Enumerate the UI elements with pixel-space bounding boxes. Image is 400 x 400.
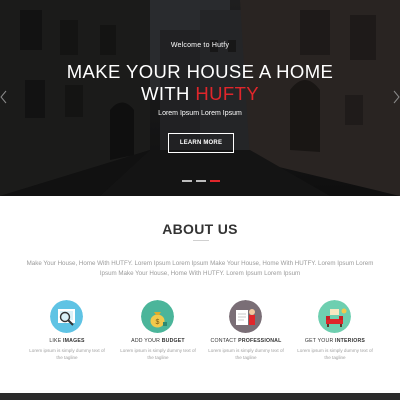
feature-description: Lorem ipsum is simply dummy text of the … [208,348,284,360]
chevron-right-icon[interactable] [392,89,400,105]
feature-title: LIKE IMAGES [49,338,85,344]
learn-more-button[interactable]: LEARN MORE [168,133,234,153]
hero-subtitle: Lorem Ipsum Lorem Ipsum [158,110,242,117]
slider-dot-3[interactable] [210,180,220,182]
feature-title: GET YOUR INTERIORS [304,338,366,344]
about-text: Make Your House, Home With HUTFY. Lorem … [26,260,374,277]
slider-pagination [182,180,222,183]
feature-description: Lorem ipsum is simply dummy text of the … [29,348,105,360]
feature-title: CONTACT PROFESSIONAL [210,338,282,344]
hero-title-line1: MAKE YOUR HOUSE A HOME [66,61,334,82]
hero-slider: Welcome to Hutfy MAKE YOUR HOUSE A HOME … [0,0,400,196]
footer-bar [0,393,400,400]
slider-dot-2[interactable] [196,180,206,182]
magnifier-images-icon [50,300,83,333]
features-row: LIKE IMAGES Lorem ipsum is simply dummy … [0,300,400,370]
slider-dot-1[interactable] [182,180,192,182]
hero-title-line2-prefix: WITH [140,83,196,104]
hero-welcome-text: Welcome to Hutfy [170,42,230,49]
interiors-room-icon [318,300,351,333]
svg-text:$: $ [156,319,160,326]
money-bag-icon: $ [141,300,174,333]
feature-description: Lorem ipsum is simply dummy text of the … [120,348,196,360]
about-divider [193,240,209,241]
chevron-left-icon[interactable] [0,89,8,105]
about-title: ABOUT US [162,221,238,237]
hero-title: MAKE YOUR HOUSE A HOME WITH HUFTY [0,61,400,105]
feature-title: ADD YOUR BUDGET [131,338,185,344]
hero-title-brand: HUFTY [195,83,260,104]
professional-person-icon [229,300,262,333]
feature-description: Lorem ipsum is simply dummy text of the … [297,348,373,360]
